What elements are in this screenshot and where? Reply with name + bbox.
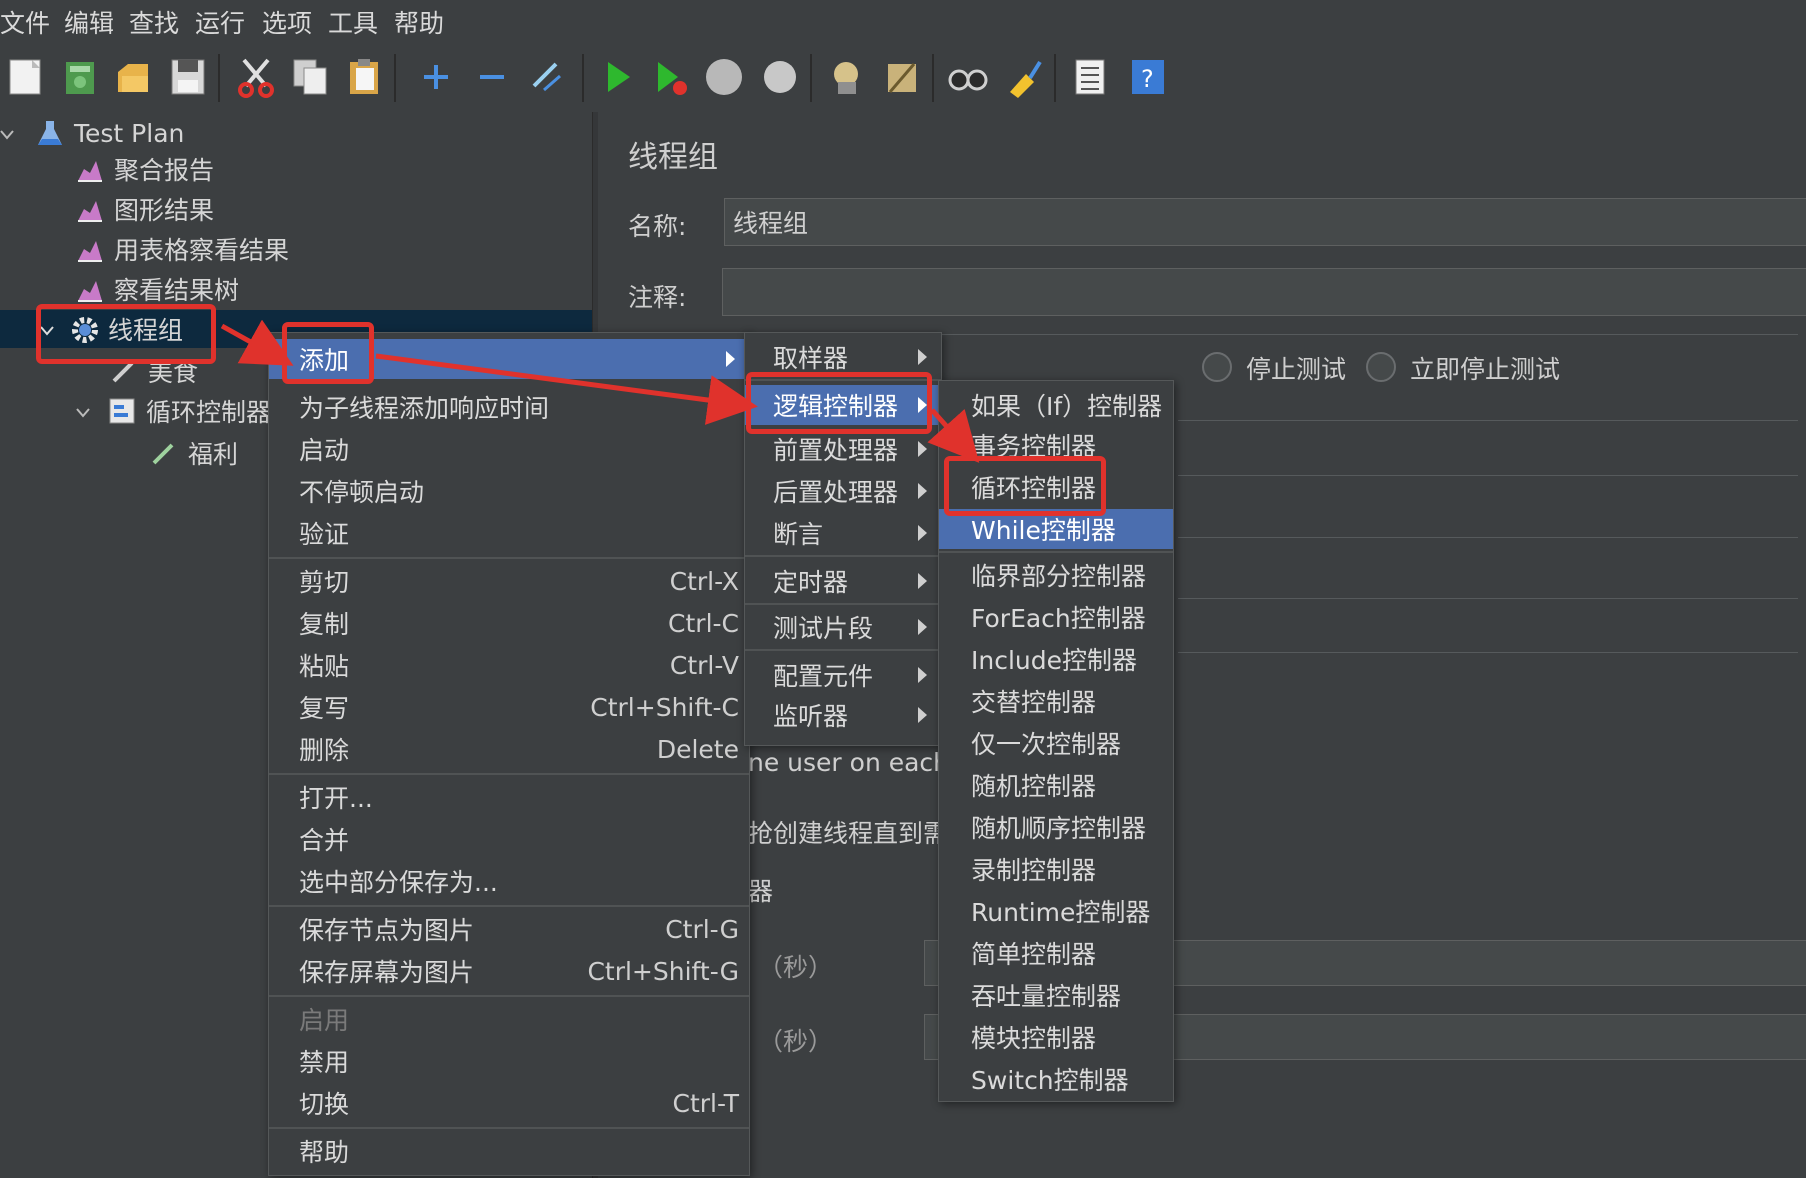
annotation-arrows [220, 319, 980, 463]
